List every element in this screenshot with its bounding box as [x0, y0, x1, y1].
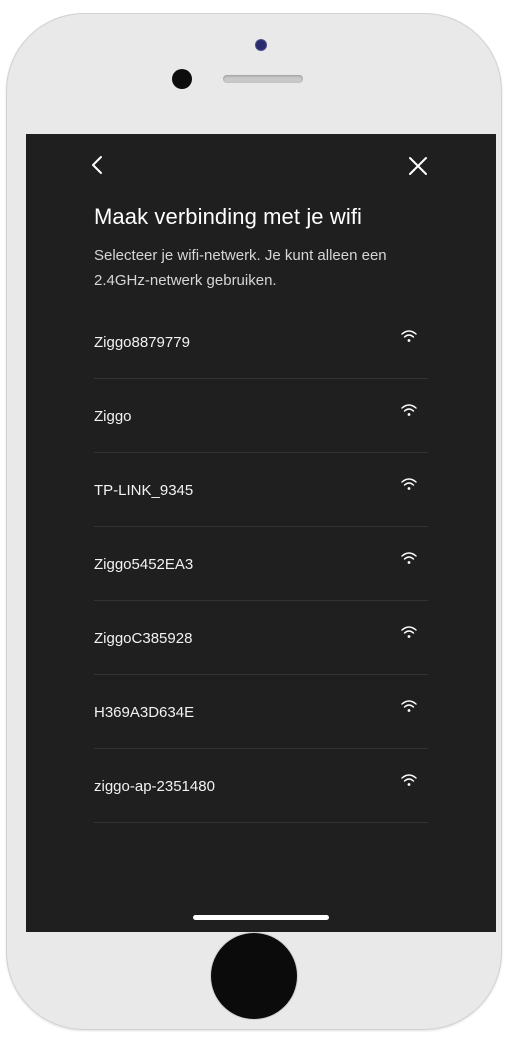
wifi-icon: [401, 330, 417, 342]
page-subtitle: Selecteer je wifi-netwerk. Je kunt allee…: [94, 247, 387, 289]
chevron-left-icon: [92, 156, 102, 174]
home-button[interactable]: [211, 933, 297, 1019]
wifi-icon: [401, 626, 417, 638]
network-list: Ziggo8879779 Ziggo TP-LINK_9345 Ziggo545…: [94, 305, 428, 823]
wifi-icon: [401, 774, 417, 786]
network-item[interactable]: ZiggoC385928: [94, 601, 428, 675]
network-item[interactable]: TP-LINK_9345: [94, 453, 428, 527]
network-name: Ziggo5452EA3: [94, 556, 194, 573]
network-item[interactable]: Ziggo8879779: [94, 305, 428, 379]
network-name: Ziggo8879779: [94, 334, 190, 351]
network-name: H369A3D634E: [94, 704, 195, 721]
home-indicator[interactable]: [193, 915, 329, 920]
page-title: Maak verbinding met je wifi: [94, 204, 363, 229]
wifi-icon: [401, 552, 417, 564]
back-button[interactable]: [84, 151, 112, 179]
phone-frame: Maak verbinding met je wifi Selecteer je…: [6, 13, 502, 1030]
wifi-icon: [401, 478, 417, 490]
wifi-icon: [401, 700, 417, 712]
network-item[interactable]: ziggo-ap-2351480: [94, 749, 428, 823]
network-name: ziggo-ap-2351480: [94, 778, 215, 795]
screen: Maak verbinding met je wifi Selecteer je…: [26, 134, 496, 932]
wifi-icon: [401, 404, 417, 416]
network-name: ZiggoC385928: [94, 630, 193, 647]
network-name: Ziggo: [94, 408, 132, 425]
network-name: TP-LINK_9345: [94, 482, 194, 499]
proximity-sensor: [172, 69, 192, 89]
close-icon: [409, 157, 427, 175]
network-item[interactable]: Ziggo: [94, 379, 428, 453]
network-item[interactable]: Ziggo5452EA3: [94, 527, 428, 601]
close-button[interactable]: [403, 151, 433, 181]
network-item[interactable]: H369A3D634E: [94, 675, 428, 749]
earpiece-speaker: [223, 75, 303, 83]
front-camera: [256, 40, 266, 50]
